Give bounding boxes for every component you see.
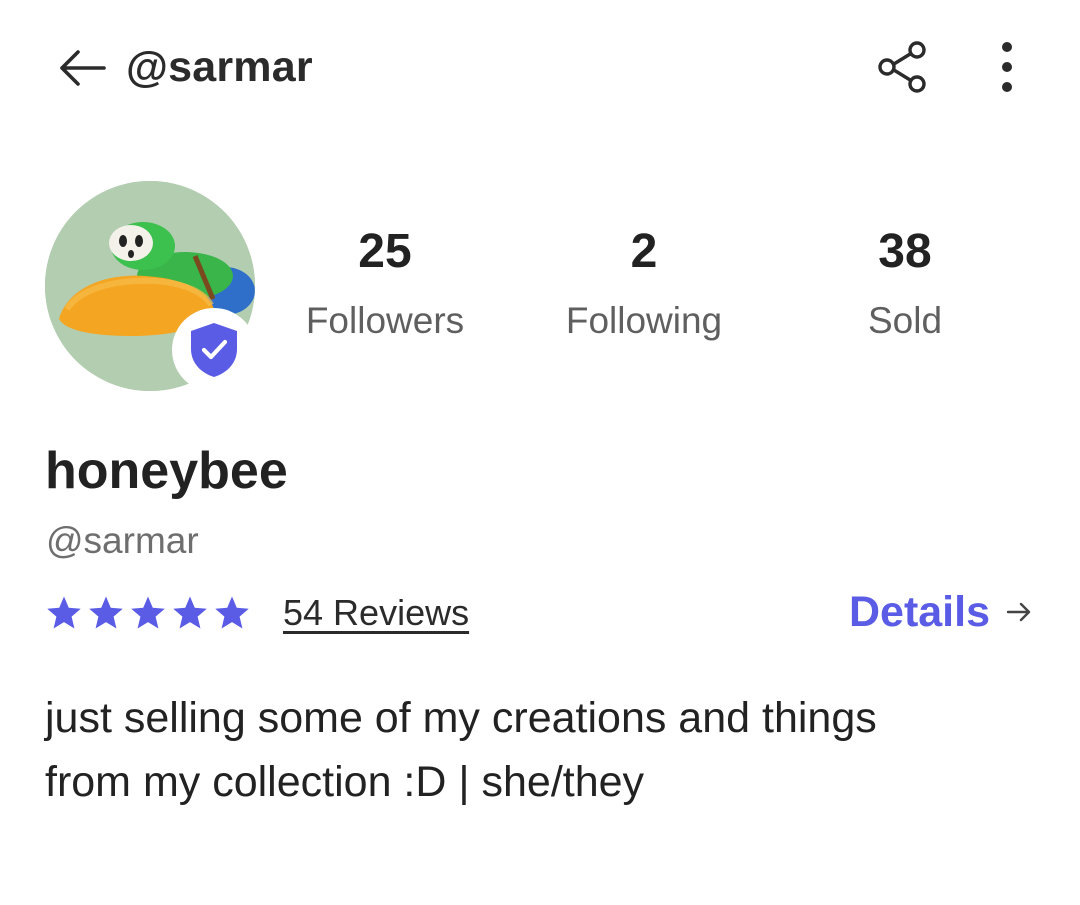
star-rating — [45, 594, 251, 632]
top-app-bar: @sarmar — [0, 0, 1080, 135]
arrow-right-icon — [1006, 601, 1032, 623]
share-button[interactable] — [866, 34, 938, 100]
more-options-button[interactable] — [980, 34, 1034, 100]
stat-sold[interactable]: 38 Sold — [795, 222, 1015, 344]
stat-label: Followers — [305, 300, 465, 341]
stat-value: 38 — [878, 225, 932, 278]
star-icon — [173, 596, 207, 629]
rating-row: 54 Reviews — [45, 585, 469, 641]
verified-badge — [172, 308, 256, 392]
stat-value: 25 — [358, 225, 412, 278]
stat-label: Sold — [867, 300, 943, 341]
details-button[interactable]: Details — [849, 584, 1032, 640]
stat-following[interactable]: 2 Following — [534, 222, 754, 344]
star-icon — [215, 596, 249, 629]
display-name: honeybee — [45, 442, 288, 500]
more-vertical-icon — [1002, 42, 1012, 92]
back-button[interactable] — [52, 40, 112, 96]
star-icon — [47, 596, 81, 629]
details-label: Details — [848, 588, 990, 636]
profile-bio: just selling some of my creations and th… — [45, 694, 877, 806]
share-icon — [878, 41, 926, 93]
reviews-link[interactable]: 54 Reviews — [283, 589, 469, 637]
username: @sarmar — [46, 520, 199, 561]
star-icon — [89, 596, 123, 629]
stat-value: 2 — [630, 225, 658, 278]
stat-followers[interactable]: 25 Followers — [275, 222, 495, 344]
stat-label: Following — [565, 300, 723, 341]
arrow-left-icon — [60, 50, 106, 86]
header-title: @sarmar — [126, 43, 313, 91]
profile-avatar-container[interactable] — [45, 181, 256, 392]
star-icon — [131, 596, 165, 629]
verified-shield-icon — [191, 323, 237, 377]
